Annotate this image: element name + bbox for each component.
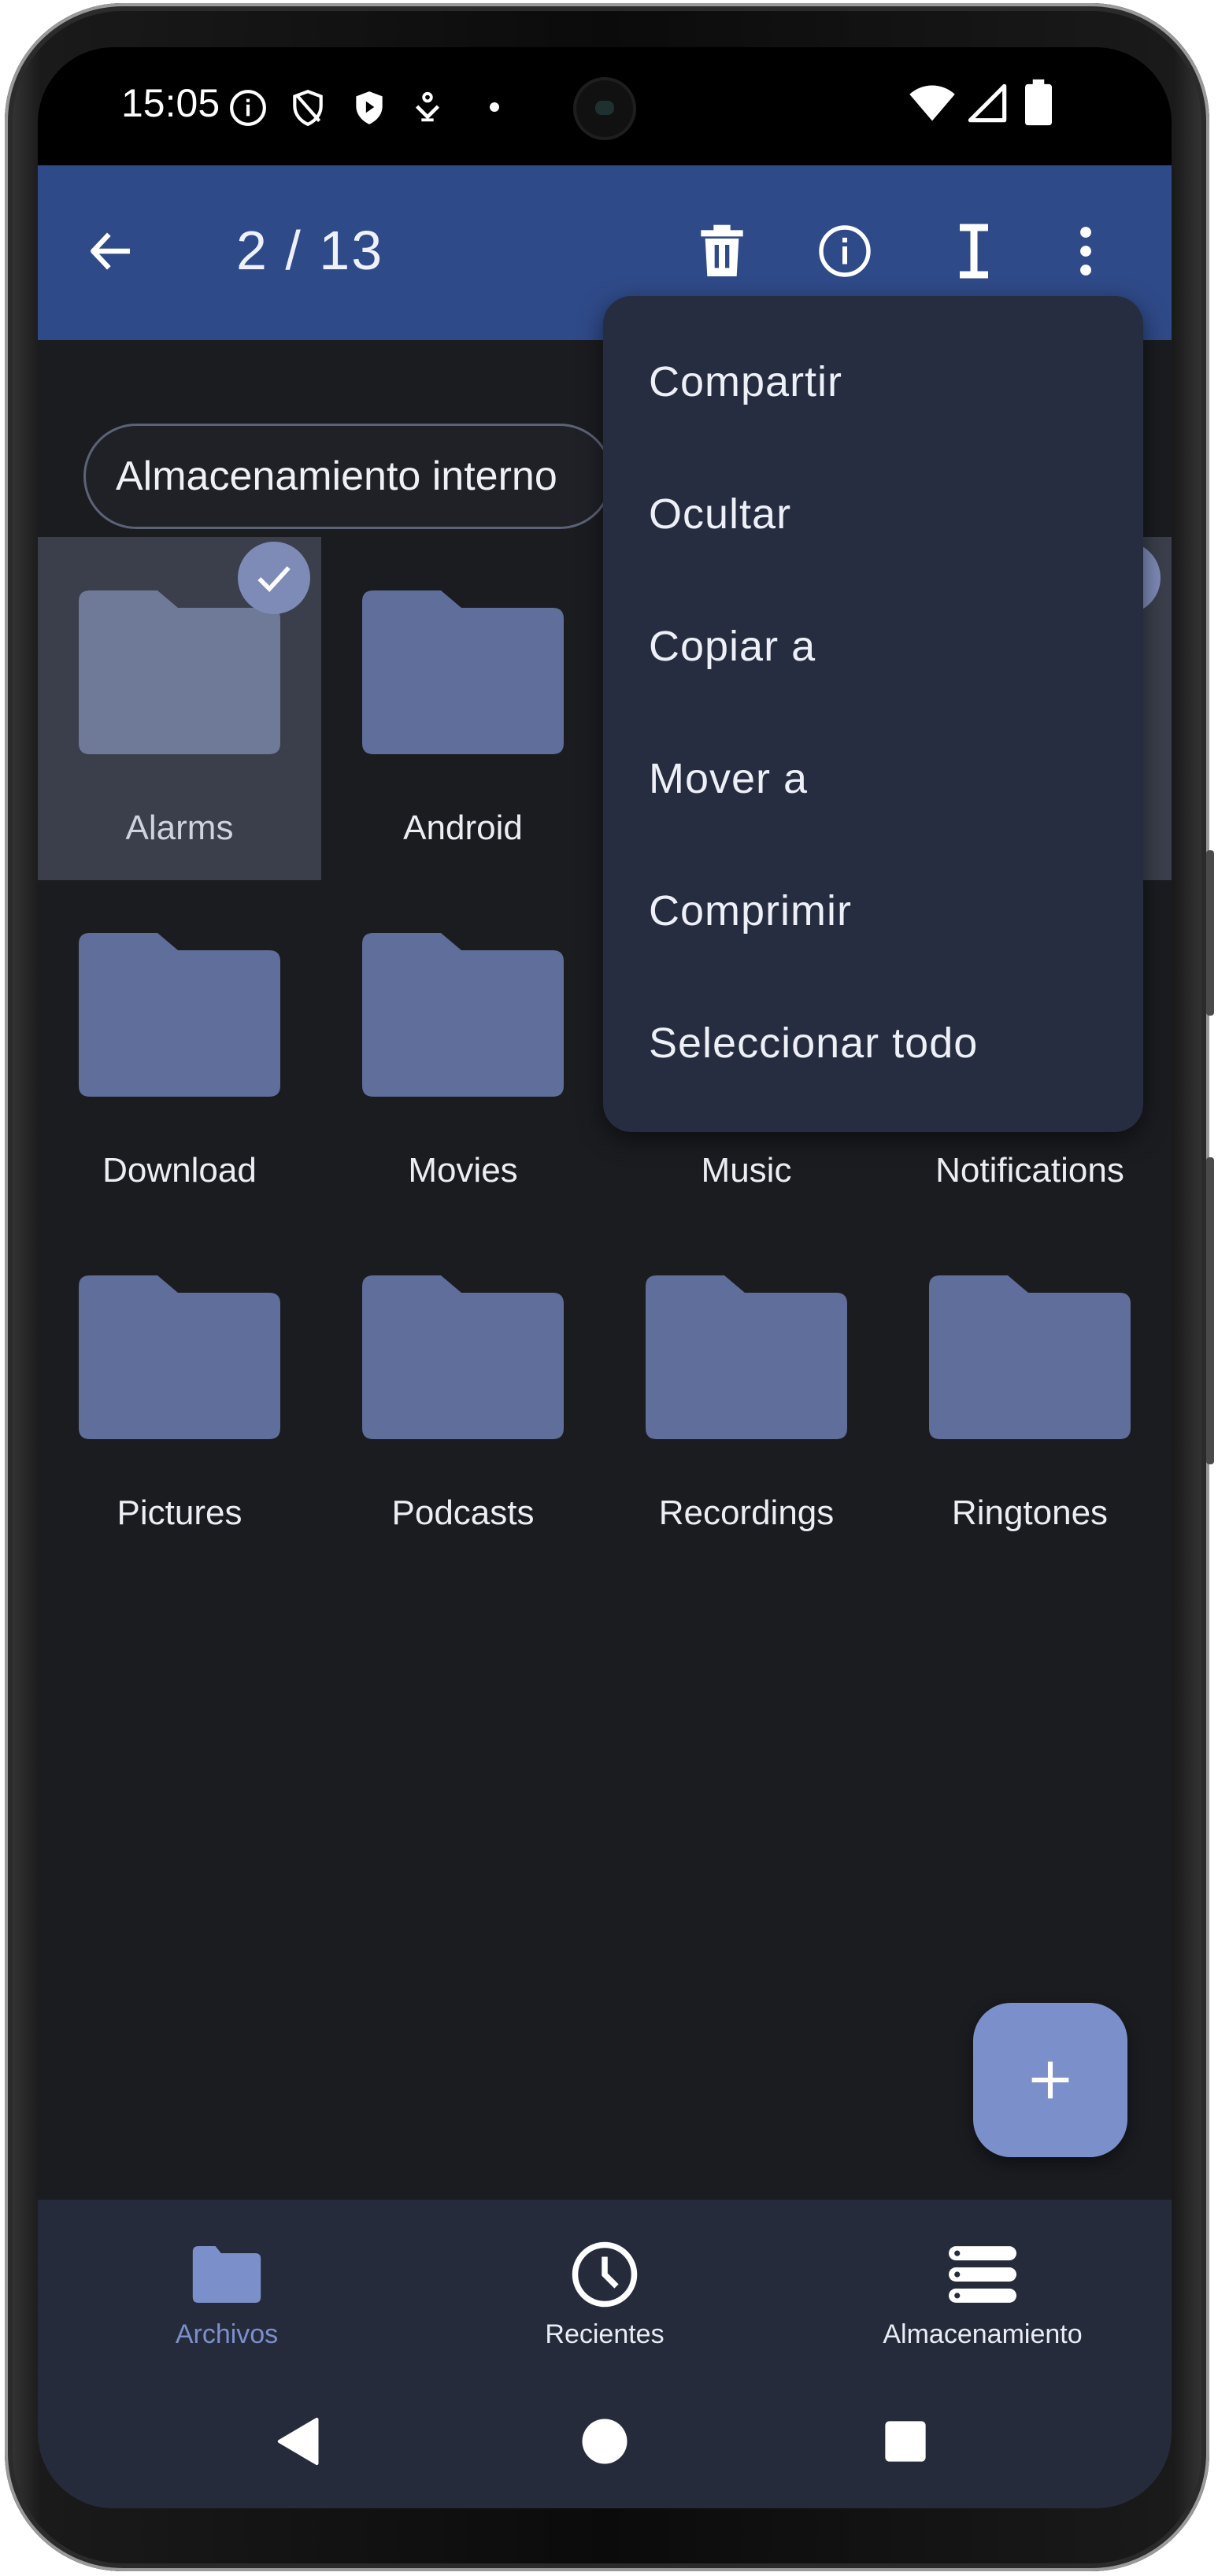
info-button[interactable] [802, 208, 888, 294]
system-home-button[interactable] [565, 2406, 644, 2477]
notification-dot-icon [490, 102, 499, 112]
folder-item[interactable]: Android [321, 537, 605, 880]
storage-icon [943, 2239, 1022, 2310]
wifi-icon [909, 85, 955, 121]
breadcrumb-label: Almacenamiento interno [116, 453, 557, 499]
selection-count: 2 / 13 [236, 220, 384, 281]
nav-label-archivos: Archivos [175, 2319, 279, 2349]
overflow-menu: Compartir Ocultar Copiar a Mover a Compr… [603, 296, 1143, 1132]
info-icon [819, 225, 871, 277]
folder-name: Podcasts [391, 1493, 535, 1532]
folder-name: Movies [408, 1151, 518, 1190]
folder-item[interactable]: Pictures [38, 1222, 321, 1565]
shield-off-icon [293, 89, 323, 127]
menu-item-ocultar[interactable]: Ocultar [649, 490, 791, 539]
folder-icon [79, 1275, 280, 1439]
system-back-button[interactable] [260, 2406, 339, 2477]
breadcrumb[interactable]: Almacenamiento interno [83, 424, 613, 529]
folder-name: Pictures [117, 1493, 242, 1532]
folder-icon [646, 1275, 847, 1439]
clock-icon [565, 2239, 644, 2310]
nav-label-recientes: Recientes [545, 2319, 665, 2349]
menu-item-copiar-a[interactable]: Copiar a [649, 622, 816, 671]
power-button [1206, 1157, 1214, 1464]
nav-item-recientes[interactable]: Recientes [416, 2200, 794, 2374]
more-vert-icon [1080, 227, 1091, 276]
system-navigation-bar [38, 2374, 1172, 2508]
back-button[interactable] [68, 208, 154, 294]
folder-name: Music [701, 1151, 792, 1190]
rename-button[interactable] [931, 208, 1017, 294]
folder-item[interactable]: Podcasts [321, 1222, 605, 1565]
square-recents-icon [885, 2421, 926, 2462]
nav-item-almacenamiento[interactable]: Almacenamiento [794, 2200, 1172, 2374]
add-button[interactable] [973, 2003, 1127, 2157]
delete-icon [701, 224, 743, 276]
folder-icon [79, 933, 280, 1097]
plus-icon [1031, 2061, 1069, 2099]
nav-item-archivos[interactable]: Archivos [38, 2200, 416, 2374]
folder-name: Recordings [658, 1493, 835, 1532]
rename-icon [960, 224, 988, 279]
folder-name: Notifications [935, 1151, 1124, 1190]
folder-name: Download [102, 1151, 257, 1190]
folder-icon [362, 1275, 564, 1439]
menu-item-compartir[interactable]: Compartir [649, 357, 842, 406]
more-options-button[interactable] [1042, 208, 1129, 294]
folder-item[interactable]: Ringtones [888, 1222, 1172, 1565]
bottom-navigation: Archivos Recientes Almacenamiento [38, 2200, 1172, 2374]
screen: 15:05 2 / 13 Almacenamiento interno Alar… [38, 47, 1172, 2508]
info-status-icon [230, 90, 266, 126]
menu-item-seleccionar-todo[interactable]: Seleccionar todo [649, 1019, 978, 1068]
folder-icon [187, 2239, 266, 2310]
menu-item-comprimir[interactable]: Comprimir [649, 886, 852, 935]
menu-item-mover-a[interactable]: Mover a [649, 754, 808, 803]
folder-item[interactable]: Recordings [605, 1222, 888, 1565]
folder-item[interactable]: Download [38, 879, 321, 1223]
folder-icon [362, 933, 564, 1097]
system-recents-button[interactable] [866, 2406, 945, 2477]
folder-icon [929, 1275, 1131, 1439]
delete-button[interactable] [679, 208, 765, 294]
triangle-back-icon [277, 2417, 319, 2466]
status-time: 15:05 [121, 81, 220, 125]
cellular-signal-icon [968, 83, 1007, 123]
folder-icon [362, 590, 564, 754]
nav-label-almacenamiento: Almacenamiento [883, 2319, 1083, 2349]
folder-name: Android [403, 809, 523, 847]
camera-cutout [573, 77, 636, 140]
check-icon [238, 542, 310, 614]
download-status-icon [415, 91, 440, 122]
folder-item[interactable]: Alarms [38, 537, 321, 880]
arrow-left-icon [91, 232, 130, 270]
folder-name: Ringtones [951, 1493, 1109, 1532]
status-bar: 15:05 [38, 47, 1172, 165]
folder-item[interactable]: Movies [321, 879, 605, 1223]
volume-button [1206, 850, 1214, 1016]
folder-icon [79, 590, 280, 754]
circle-home-icon [582, 2419, 628, 2464]
folder-name: Alarms [125, 809, 234, 847]
shield-play-icon [356, 91, 383, 124]
battery-icon [1025, 79, 1052, 126]
